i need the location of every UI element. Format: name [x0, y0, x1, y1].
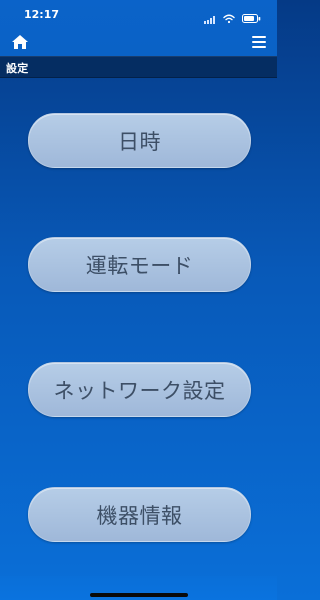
network-settings-button[interactable]: ネットワーク設定: [28, 362, 251, 417]
datetime-button-label: 日時: [118, 129, 161, 154]
section-header: 設定: [0, 56, 277, 78]
device-info-button[interactable]: 機器情報: [28, 487, 251, 542]
battery-icon: [242, 9, 261, 28]
network-settings-button-label: ネットワーク設定: [53, 378, 226, 403]
operation-mode-button-label: 運転モード: [85, 253, 194, 278]
settings-menu: 日時 運転モード ネットワーク設定 機器情報: [0, 76, 277, 576]
wifi-icon: [223, 9, 235, 28]
page-title: 設定: [6, 62, 29, 75]
top-app-bar: 12:17: [0, 0, 277, 56]
home-indicator: [90, 593, 188, 597]
menu-button[interactable]: [251, 34, 267, 50]
home-icon: [10, 35, 30, 54]
datetime-button[interactable]: 日時: [28, 113, 251, 168]
status-icons: [204, 9, 261, 28]
device-info-button-label: 機器情報: [96, 503, 183, 528]
operation-mode-button[interactable]: 運転モード: [28, 237, 251, 292]
home-button[interactable]: [10, 34, 30, 50]
status-time: 12:17: [24, 8, 60, 21]
menu-icon: [251, 35, 267, 54]
cellular-signal-icon: [204, 9, 216, 28]
